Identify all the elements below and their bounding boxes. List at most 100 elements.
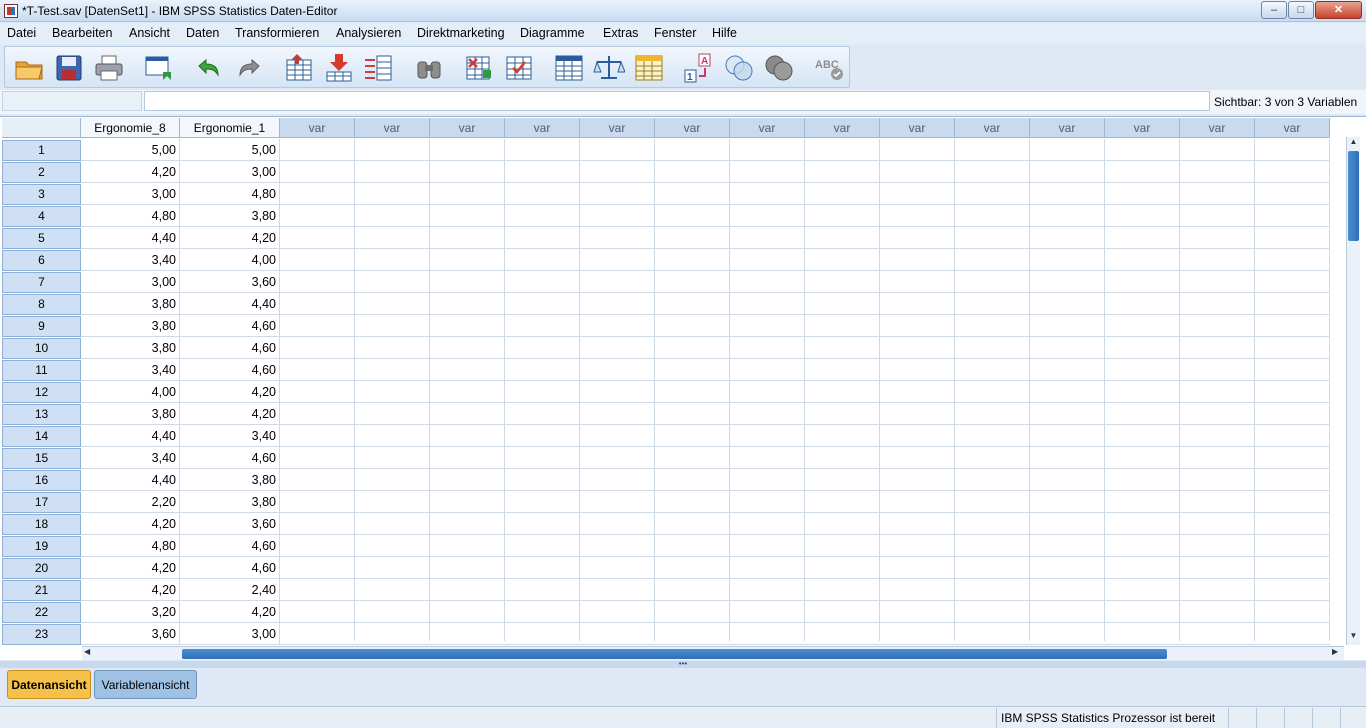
data-cell[interactable]: 4,60	[180, 315, 280, 337]
open-folder-icon[interactable]	[13, 52, 45, 84]
spell-check-icon[interactable]: ABC	[813, 52, 845, 84]
menu-fenster[interactable]: Fenster	[654, 26, 696, 40]
data-cell[interactable]: 3,80	[180, 491, 280, 513]
data-cell[interactable]: 3,00	[81, 183, 180, 205]
row-header[interactable]: 10	[2, 338, 81, 359]
data-cell[interactable]: 2,40	[180, 579, 280, 601]
maximize-button[interactable]: □	[1288, 1, 1314, 19]
close-button[interactable]: ✕	[1315, 1, 1362, 19]
data-cell[interactable]: 3,60	[180, 271, 280, 293]
row-header[interactable]: 3	[2, 184, 81, 205]
menu-direktmarketing[interactable]: Direktmarketing	[417, 26, 505, 40]
menu-hilfe[interactable]: Hilfe	[712, 26, 737, 40]
variables-icon[interactable]	[363, 52, 395, 84]
value-labels-icon[interactable]: A1	[683, 52, 715, 84]
dialog-recall-icon[interactable]	[143, 52, 175, 84]
data-cell[interactable]: 4,60	[180, 535, 280, 557]
row-header[interactable]: 20	[2, 558, 81, 579]
data-cell[interactable]: 4,00	[180, 249, 280, 271]
data-cell[interactable]: 3,80	[81, 337, 180, 359]
data-cell[interactable]: 4,00	[81, 381, 180, 403]
cell-reference-box[interactable]	[2, 91, 142, 111]
use-variable-sets-icon[interactable]	[723, 52, 755, 84]
weight-cases-icon[interactable]	[593, 52, 626, 84]
print-icon[interactable]	[93, 52, 125, 84]
row-header[interactable]: 16	[2, 470, 81, 491]
find-icon[interactable]	[413, 52, 445, 84]
row-header[interactable]: 5	[2, 228, 81, 249]
data-cell[interactable]: 3,40	[81, 447, 180, 469]
vertical-scroll-thumb[interactable]	[1348, 151, 1359, 241]
data-cell[interactable]: 3,80	[81, 403, 180, 425]
insert-variable-icon[interactable]	[503, 52, 535, 84]
data-cell[interactable]: 3,00	[180, 161, 280, 183]
row-header[interactable]: 13	[2, 404, 81, 425]
menu-ansicht[interactable]: Ansicht	[129, 26, 170, 40]
column-header-var[interactable]: var	[955, 118, 1030, 138]
menu-analysieren[interactable]: Analysieren	[336, 26, 401, 40]
data-cell[interactable]: 3,80	[180, 205, 280, 227]
tab-variable-view[interactable]: Variablenansicht	[94, 670, 197, 699]
split-file-icon[interactable]	[553, 52, 585, 84]
tab-data-view[interactable]: Datenansicht	[7, 670, 91, 699]
data-cell[interactable]: 3,00	[81, 271, 180, 293]
horizontal-scroll-thumb[interactable]	[182, 649, 1167, 659]
data-cell[interactable]: 3,20	[81, 601, 180, 623]
column-header-var[interactable]: var	[1255, 118, 1330, 138]
data-cell[interactable]: 3,40	[81, 249, 180, 271]
data-cell[interactable]: 3,80	[180, 469, 280, 491]
data-cell[interactable]: 4,20	[81, 513, 180, 535]
horizontal-scrollbar[interactable]: ◀ ▶	[82, 646, 1344, 660]
row-header[interactable]: 11	[2, 360, 81, 381]
row-header[interactable]: 17	[2, 492, 81, 513]
column-header-var[interactable]: var	[280, 118, 355, 138]
row-header[interactable]: 8	[2, 294, 81, 315]
data-cell[interactable]: 4,60	[180, 337, 280, 359]
column-header-var[interactable]: var	[805, 118, 880, 138]
data-cell[interactable]: 4,80	[81, 535, 180, 557]
data-cell[interactable]: 3,40	[180, 425, 280, 447]
column-header-var[interactable]: var	[1180, 118, 1255, 138]
menu-datei[interactable]: Datei	[7, 26, 36, 40]
row-header[interactable]: 12	[2, 382, 81, 403]
insert-cases-icon[interactable]	[463, 52, 495, 84]
spss-app-icon[interactable]	[4, 4, 18, 18]
row-header[interactable]: 22	[2, 602, 81, 623]
column-header-var[interactable]: var	[505, 118, 580, 138]
column-header-var[interactable]: var	[580, 118, 655, 138]
redo-icon[interactable]	[233, 52, 265, 84]
data-cell[interactable]: 4,60	[180, 359, 280, 381]
vertical-scrollbar[interactable]: ▲ ▼	[1346, 137, 1360, 645]
row-header[interactable]: 9	[2, 316, 81, 337]
data-cell[interactable]: 4,40	[81, 227, 180, 249]
column-header-var[interactable]: var	[655, 118, 730, 138]
data-cell[interactable]: 4,20	[180, 227, 280, 249]
menu-transformieren[interactable]: Transformieren	[235, 26, 319, 40]
row-header[interactable]: 21	[2, 580, 81, 601]
column-header-var[interactable]: var	[880, 118, 955, 138]
scroll-left-arrow-icon[interactable]: ◀	[84, 647, 96, 660]
row-header[interactable]: 4	[2, 206, 81, 227]
column-header-ergonomie-1[interactable]: Ergonomie_1	[180, 118, 280, 138]
data-cell[interactable]: 4,20	[180, 601, 280, 623]
column-header-var[interactable]: var	[1030, 118, 1105, 138]
cell-value-input[interactable]	[144, 91, 1210, 111]
row-header[interactable]: 2	[2, 162, 81, 183]
goto-case-icon[interactable]	[283, 52, 315, 84]
data-cell[interactable]: 4,80	[81, 205, 180, 227]
scroll-up-arrow-icon[interactable]: ▲	[1347, 137, 1360, 151]
data-cell[interactable]: 4,20	[81, 579, 180, 601]
data-cell[interactable]: 4,20	[81, 161, 180, 183]
select-cases-icon[interactable]	[633, 52, 665, 84]
data-cell[interactable]: 3,60	[81, 623, 180, 645]
row-header[interactable]: 18	[2, 514, 81, 535]
data-cell[interactable]: 4,20	[81, 557, 180, 579]
pane-splitter-grip-icon[interactable]: •••	[0, 660, 1366, 668]
row-header[interactable]: 1	[2, 140, 81, 161]
row-header[interactable]: 23	[2, 624, 81, 645]
data-cell[interactable]: 3,40	[81, 359, 180, 381]
data-cell[interactable]: 3,60	[180, 513, 280, 535]
row-header[interactable]: 19	[2, 536, 81, 557]
column-header-var[interactable]: var	[730, 118, 805, 138]
data-cell[interactable]: 3,00	[180, 623, 280, 645]
